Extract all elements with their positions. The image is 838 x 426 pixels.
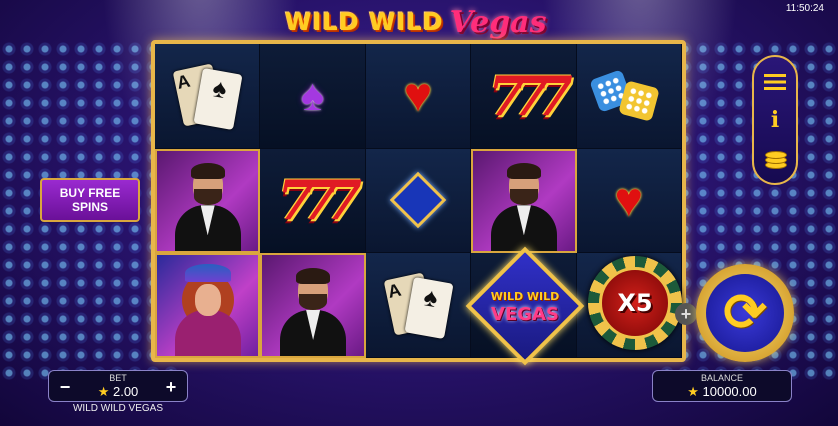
wild-sign-top-text: WILD WILD: [490, 290, 560, 303]
reel-1-row-3: [155, 253, 261, 358]
reel-3-row-3: A ♠: [365, 253, 472, 358]
game-name: WILD WILD VEGAS: [72, 403, 163, 414]
die-yellow: [617, 80, 660, 122]
bet-increase-button[interactable]: +: [161, 376, 181, 398]
menu-button[interactable]: [760, 67, 790, 97]
star-icon: ★: [687, 384, 699, 399]
bet-amount: 2.00: [112, 384, 139, 399]
info-button[interactable]: i: [760, 105, 790, 135]
cards-symbol: A ♠: [383, 270, 454, 340]
buy-free-spins-line-1: BUY FREE: [59, 186, 121, 200]
bet-settings-button[interactable]: [760, 143, 790, 173]
balance-amount: 10000.00: [702, 384, 757, 399]
reel-2-row-2: 777: [260, 148, 366, 254]
reel-5-row-2: ♥: [576, 148, 682, 254]
logo-wild-text: WILD WILD: [285, 8, 444, 36]
heart-symbol: ♥: [403, 69, 433, 123]
sevens-symbol: 777: [488, 63, 573, 128]
man-character-symbol: [489, 159, 559, 252]
cards-symbol: A ♠: [172, 61, 243, 131]
buy-free-spins-line-2: SPINS: [71, 200, 108, 214]
game-logo: WILD WILD Vegas: [285, 2, 547, 42]
wild-symbol: WILD WILD VEGAS: [465, 246, 585, 366]
star-icon: ★: [97, 384, 110, 399]
spin-button[interactable]: ⟳: [696, 264, 794, 362]
side-menu-panel: i: [752, 55, 798, 185]
dice-symbol: [589, 66, 666, 126]
reel-2-row-1: ♠: [260, 44, 366, 149]
spin-button-inner: ⟳: [706, 274, 784, 352]
card-front: ♠: [404, 277, 454, 340]
sevens-symbol: 777: [277, 168, 362, 233]
plus-icon: +: [675, 303, 697, 325]
reel-5-row-1: [576, 44, 682, 149]
reel-3-row-1: ♥: [365, 44, 472, 149]
showgirl-character-symbol: [173, 263, 243, 356]
multiplier-chip: X5: [588, 256, 682, 350]
coins-stack-icon: [763, 147, 787, 169]
card-suit: ♠: [210, 72, 230, 104]
card-letter: A: [175, 70, 193, 93]
logo-vegas-text: Vegas: [449, 4, 547, 40]
heart-symbol: ♥: [614, 173, 644, 227]
hamburger-icon: [764, 74, 786, 90]
reel-2-row-3: [260, 253, 366, 358]
reel-3-row-2: [365, 148, 472, 254]
reel-1-row-2: [155, 148, 261, 254]
wild-sign-bottom-text: VEGAS: [491, 304, 559, 325]
clock: 11:50:24: [785, 3, 824, 14]
buy-free-spins-button[interactable]: BUY FREE SPINS: [40, 178, 140, 222]
man-character-symbol: [173, 159, 243, 252]
card-front: ♠: [193, 67, 243, 130]
reel-1-row-1: A ♠: [155, 44, 261, 149]
reel-4-row-1: 777: [471, 44, 577, 149]
refresh-arrow-icon: ⟳: [723, 284, 767, 342]
spade-symbol: ♠: [300, 70, 325, 120]
card-suit: ♠: [421, 281, 441, 314]
balance-label: BALANCE: [700, 373, 744, 383]
balance-panel: BALANCE ★ 10000.00: [652, 370, 792, 402]
reel-4-row-2: [471, 148, 577, 254]
info-icon: i: [770, 107, 780, 133]
bet-panel: − BET ★ 2.00 +: [48, 370, 188, 402]
card-letter: A: [385, 279, 403, 303]
diamond-symbol: [389, 172, 447, 229]
multiplier-text: X5: [599, 267, 671, 339]
balance-value: ★ 10000.00: [653, 384, 791, 400]
man-character-symbol: [278, 264, 348, 356]
